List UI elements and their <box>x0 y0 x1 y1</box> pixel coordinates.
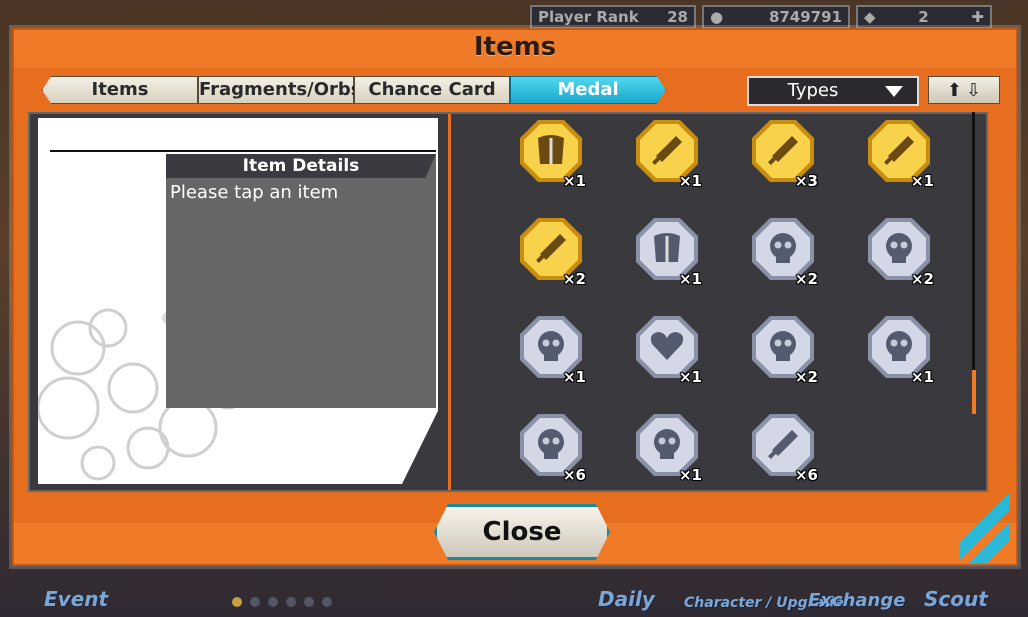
medal-item[interactable]: ×1 <box>632 214 702 294</box>
medal-quantity: ×1 <box>678 368 702 386</box>
tab-items[interactable]: Items <box>42 76 198 104</box>
medal-item[interactable]: ×6 <box>748 410 818 490</box>
currency-value: 8749791 <box>768 8 842 26</box>
page-dot <box>286 597 296 607</box>
player-rank-label: Player Rank <box>538 8 639 26</box>
medal-item[interactable]: ×1 <box>632 312 702 392</box>
medal-quantity: ×1 <box>562 368 586 386</box>
modal-title: Items <box>473 32 557 62</box>
item-details-text: Please tap an item <box>170 182 339 203</box>
medal-item[interactable]: ×3 <box>748 116 818 196</box>
medal-quantity: ×1 <box>562 172 586 190</box>
page-dot <box>304 597 314 607</box>
page-dots <box>232 597 332 607</box>
page-dot <box>322 597 332 607</box>
player-rank-value: 28 <box>667 8 688 26</box>
medal-quantity: ×2 <box>562 270 586 288</box>
stamina-box: ◆ 2 ✚ <box>856 5 992 29</box>
currency-box: ● 8749791 <box>702 5 850 29</box>
player-rank-box: Player Rank 28 <box>530 5 696 29</box>
medal-item[interactable]: ×1 <box>516 312 586 392</box>
page-dot <box>232 597 242 607</box>
medal-item[interactable]: ×2 <box>516 214 586 294</box>
tab-chance-card[interactable]: Chance Card <box>354 76 510 104</box>
types-dropdown[interactable]: Types <box>747 76 919 106</box>
medal-quantity: ×6 <box>794 466 818 484</box>
medal-quantity: ×1 <box>910 172 934 190</box>
bottom-nav: Event Daily Character / Upgrade Exchange… <box>0 557 1028 617</box>
medal-quantity: ×1 <box>678 172 702 190</box>
medal-item[interactable]: ×2 <box>864 214 934 294</box>
item-details-box: Item Details Please tap an item <box>166 154 436 408</box>
top-status-bar: Player Rank 28 ● 8749791 ◆ 2 ✚ <box>530 4 1028 30</box>
medal-item[interactable]: ×2 <box>748 214 818 294</box>
gem-icon: ◆ <box>864 8 876 26</box>
coin-icon: ● <box>710 8 724 26</box>
medal-quantity: ×1 <box>678 466 702 484</box>
tab-bar: Items Fragments/Orbs Chance Card Medal M… <box>42 76 666 104</box>
medal-quantity: ×1 <box>910 368 934 386</box>
nav-exchange[interactable]: Exchange <box>808 590 905 611</box>
page-dot <box>250 597 260 607</box>
sort-order-button[interactable]: ⬆ ⇩ <box>928 76 1000 104</box>
tab-fragments-orbs[interactable]: Fragments/Orbs <box>198 76 362 104</box>
medal-item[interactable]: ×1 <box>516 116 586 196</box>
medal-quantity: ×2 <box>794 270 818 288</box>
nav-daily[interactable]: Daily <box>598 587 655 611</box>
arrow-down-icon: ⇩ <box>966 79 982 101</box>
decorative-stripe <box>960 494 1010 564</box>
chevron-down-icon <box>885 86 903 97</box>
nav-event[interactable]: Event <box>44 587 108 611</box>
medal-item[interactable]: ×1 <box>864 312 934 392</box>
detail-panel: Item Details Please tap an item <box>38 118 438 484</box>
nav-scout[interactable]: Scout <box>924 587 988 611</box>
stamina-value: 2 <box>918 8 929 26</box>
medal-item[interactable]: ×6 <box>516 410 586 490</box>
medal-item[interactable]: ×2 <box>748 312 818 392</box>
detail-divider <box>50 150 436 152</box>
medal-quantity: ×1 <box>678 270 702 288</box>
tab-medal-materials[interactable]: Medal Materials <box>510 76 666 104</box>
medal-item[interactable]: ×1 <box>632 116 702 196</box>
scrollbar-track[interactable] <box>972 112 975 412</box>
arrow-up-icon: ⬆ <box>946 79 962 101</box>
add-icon[interactable]: ✚ <box>971 7 984 27</box>
scrollbar-thumb[interactable] <box>972 370 976 414</box>
content-area: Item Details Please tap an item ×1 ×1 ×3 ×1… <box>28 112 988 492</box>
medal-quantity: ×3 <box>794 172 818 190</box>
page-dot <box>268 597 278 607</box>
types-dropdown-label: Types <box>787 80 839 101</box>
panel-divider <box>448 114 451 490</box>
close-button[interactable]: Close <box>434 504 610 560</box>
medal-quantity: ×6 <box>562 466 586 484</box>
medal-quantity: ×2 <box>910 270 934 288</box>
medal-grid: ×1 ×1 ×3 ×1 ×2 ×1 ×2 ×2 ×1 ×1 ×2 ×1 ×6 ×1 ×6 <box>460 114 960 490</box>
medal-quantity: ×2 <box>794 368 818 386</box>
items-modal: Items Items Fragments/Orbs Chance Card M… <box>12 28 1018 566</box>
medal-item[interactable]: ×1 <box>632 410 702 490</box>
medal-item[interactable]: ×1 <box>864 116 934 196</box>
item-details-header: Item Details <box>166 154 436 178</box>
